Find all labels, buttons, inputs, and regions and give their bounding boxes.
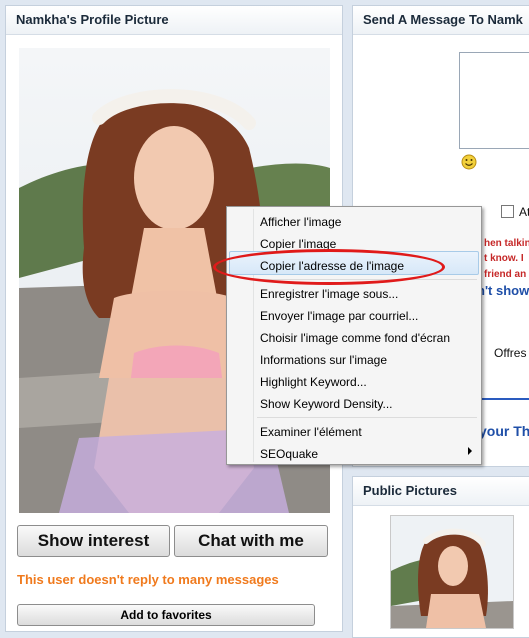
info-line-3: friend an: [484, 269, 527, 280]
info-line-2: t know. I: [484, 253, 524, 264]
menu-item-highlight-keyword[interactable]: Highlight Keyword...: [260, 375, 367, 389]
menu-item-set-wallpaper[interactable]: Choisir l'image comme fond d'écran: [260, 331, 450, 345]
chat-with-me-button[interactable]: Chat with me: [174, 525, 328, 557]
send-message-title: Send A Message To Namk: [353, 6, 529, 35]
menu-item-view-image[interactable]: Afficher l'image: [260, 215, 341, 229]
profile-picture-title: Namkha's Profile Picture: [6, 6, 342, 35]
public-pictures-panel: Public Pictures: [352, 476, 529, 638]
menu-item-image-info[interactable]: Informations sur l'image: [260, 353, 387, 367]
checkbox-label: At: [519, 205, 529, 219]
no-reply-warning: This user doesn't reply to many messages: [17, 572, 279, 587]
highlight-ellipse: [213, 249, 445, 285]
message-textarea[interactable]: [459, 52, 529, 149]
add-to-favorites-button[interactable]: Add to favorites: [17, 604, 315, 626]
menu-item-save-image[interactable]: Enregistrer l'image sous...: [260, 287, 398, 301]
your-text-link[interactable]: your Th: [479, 423, 529, 439]
context-menu: Afficher l'image Copier l'image Copier l…: [226, 206, 482, 465]
menu-item-inspect-element[interactable]: Examiner l'élément: [260, 425, 362, 439]
notice-link[interactable]: n't show: [477, 283, 529, 298]
menu-item-email-image[interactable]: Envoyer l'image par courriel...: [260, 309, 418, 323]
show-interest-button[interactable]: Show interest: [17, 525, 170, 557]
menu-item-keyword-density[interactable]: Show Keyword Density...: [260, 397, 393, 411]
public-picture-thumbnail[interactable]: [390, 515, 514, 629]
option-checkbox[interactable]: [501, 205, 514, 218]
offers-label: Offres: [494, 346, 527, 360]
smiley-icon[interactable]: [461, 154, 477, 173]
public-pictures-title: Public Pictures: [353, 477, 529, 506]
menu-separator: [257, 417, 477, 418]
menu-gutter: [253, 209, 254, 462]
menu-item-seoquake[interactable]: SEOquake: [260, 447, 318, 461]
submenu-arrow-icon: [468, 447, 472, 455]
info-line-1: hen talkin: [484, 238, 529, 249]
